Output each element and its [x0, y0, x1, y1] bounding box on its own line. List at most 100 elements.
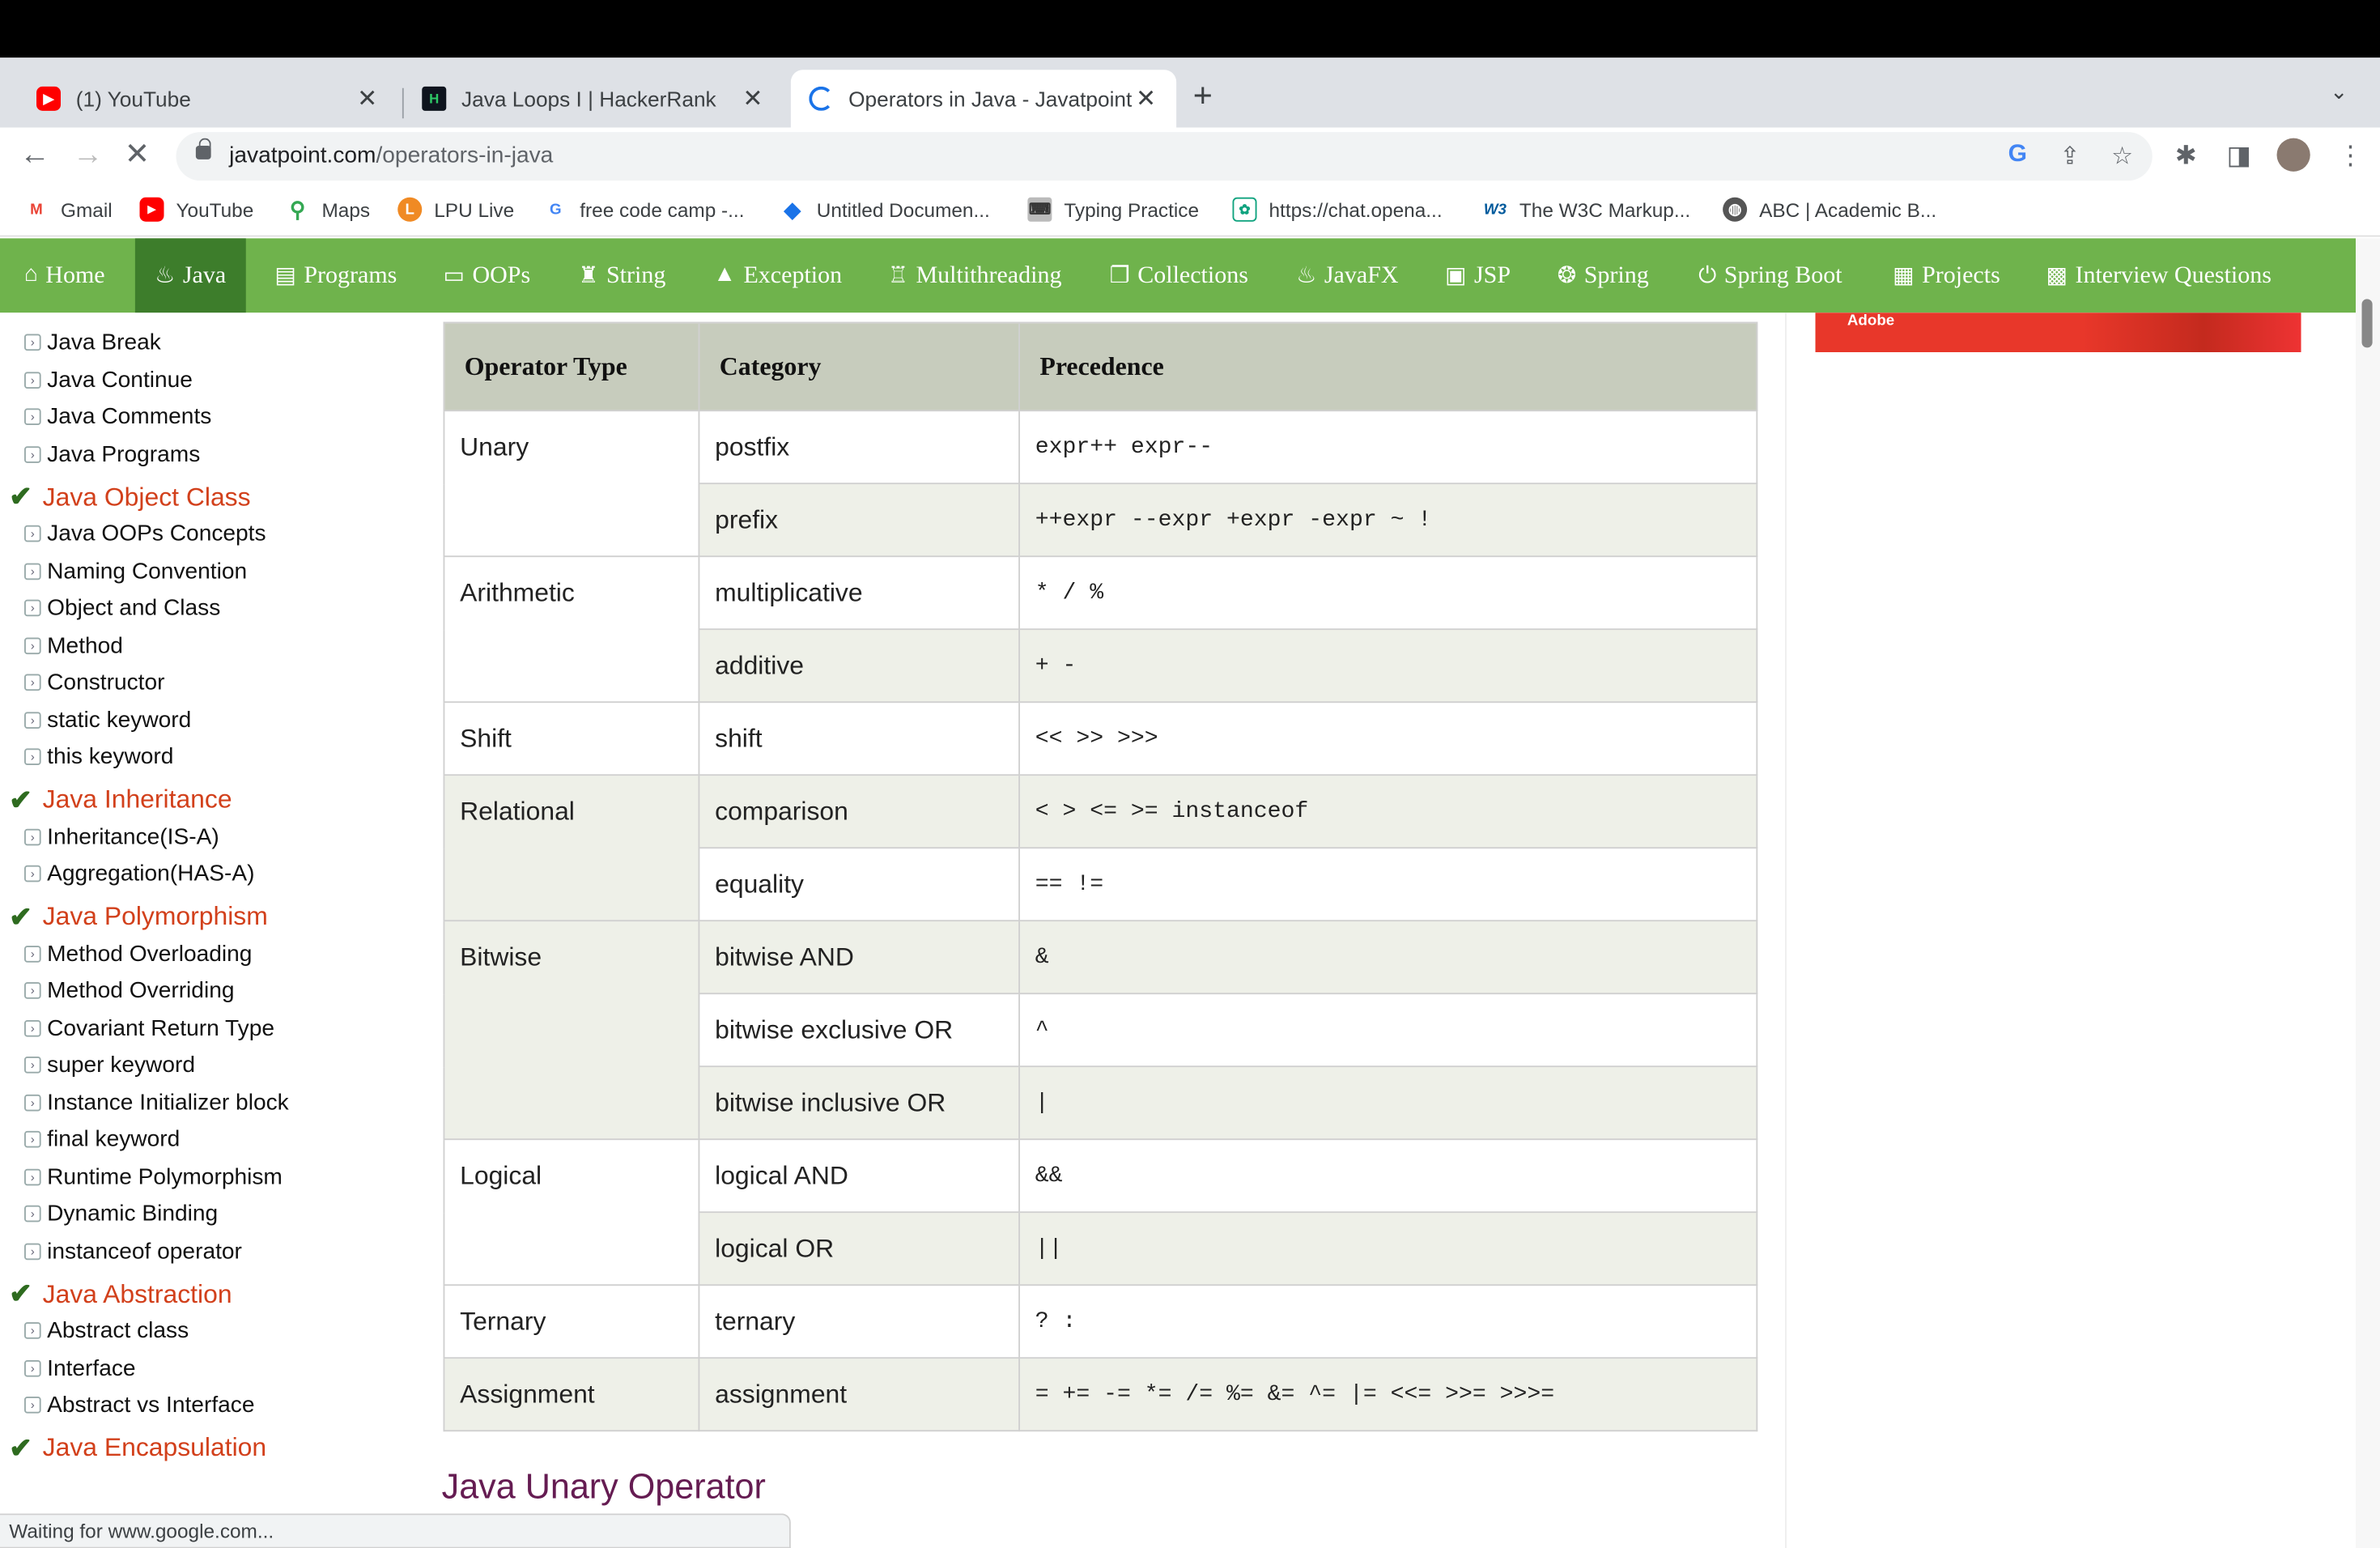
sidebar-link[interactable]: › Abstract vs Interface: [24, 1392, 255, 1418]
close-icon[interactable]: ✕: [1134, 83, 1158, 114]
url-text[interactable]: javatpoint.com/operators-in-java: [229, 142, 553, 168]
sidebar-link[interactable]: › Abstract class: [24, 1318, 189, 1343]
sidebar-link[interactable]: › Java Continue: [24, 367, 193, 393]
bookmark-free-code-camp[interactable]: Gfree code camp -...: [543, 198, 745, 222]
menu-jsp[interactable]: ▣ JSP: [1445, 238, 1511, 313]
bookmark-w3c-markup[interactable]: W3 The W3C Markup...: [1483, 198, 1690, 222]
tab-hackerrank[interactable]: H Java Loops I | HackerRank ✕: [404, 70, 784, 127]
menu-programs[interactable]: ▤ Programs: [274, 238, 397, 313]
bookmark-untitled-document[interactable]: ◆ Untitled Documen...: [780, 197, 990, 222]
kebab-menu-icon[interactable]: ⋮: [2338, 141, 2364, 172]
table-row: Unary postfix expr++ expr--: [443, 410, 1758, 558]
menu-spring-boot[interactable]: ⏻ Spring Boot: [1698, 238, 1842, 313]
extensions-icon[interactable]: ✱: [2175, 141, 2197, 172]
status-bar: Waiting for www.google.com...: [0, 1513, 791, 1548]
sidebar-link[interactable]: › Java Comments: [24, 404, 211, 430]
page-scrollbar[interactable]: [2356, 238, 2380, 1548]
sidebar-link[interactable]: › Method Overloading: [24, 940, 253, 967]
forward-icon[interactable]: →: [73, 140, 104, 171]
new-tab-icon[interactable]: +: [1193, 76, 1213, 116]
profile-avatar[interactable]: [2276, 138, 2310, 172]
tab-javatpoint[interactable]: Operators in Java - Javatpoint ✕: [790, 70, 1177, 128]
menu-oops[interactable]: ▭ OOPs: [444, 238, 531, 313]
sidebar-section-heading[interactable]: ✔ Java Object Class: [9, 481, 250, 512]
maps-icon: ⚲: [289, 196, 306, 221]
bookmark-youtube[interactable]: ▶ YouTube: [139, 197, 253, 222]
tab-title: Operators in Java - Javatpoint: [848, 86, 1133, 111]
bookmarks-bar: M Gmail ▶ YouTube ⚲ Maps L LPU Live Gfree co…: [0, 185, 2380, 237]
advertisement-banner[interactable]: Adobe: [1815, 313, 2301, 352]
close-icon[interactable]: ✕: [355, 83, 380, 114]
menu-label: OOPs: [472, 262, 531, 288]
sidebar-link-label: Runtime Polymorphism: [47, 1163, 283, 1190]
tab-youtube[interactable]: ▶ (1) YouTube ✕: [19, 70, 398, 127]
sidebar-section-heading[interactable]: ✔ Java Polymorphism: [9, 901, 268, 933]
bookmark-lpu-live[interactable]: L LPU Live: [397, 197, 514, 222]
sidebar-link[interactable]: › Naming Convention: [24, 558, 247, 584]
sidebar-link-label: this keyword: [47, 743, 174, 770]
scrollbar-thumb[interactable]: [2361, 299, 2373, 348]
arrow-bullet-icon: ›: [24, 1057, 41, 1074]
bookmark-abc-academic[interactable]: ◍ ABC | Academic B...: [1723, 197, 1936, 222]
sidebar-link[interactable]: › Method: [24, 632, 123, 658]
stop-loading-icon[interactable]: ✕: [125, 140, 150, 171]
menu-multithreading[interactable]: ♖ Multithreading: [888, 238, 1062, 313]
close-icon[interactable]: ✕: [741, 83, 765, 114]
typing-icon: ⌨: [1027, 197, 1052, 222]
sidebar-link[interactable]: › Dynamic Binding: [24, 1201, 218, 1227]
menu-collections[interactable]: ❐ Collections: [1110, 238, 1248, 313]
sidebar-section-heading[interactable]: ✔ Java Abstraction: [9, 1278, 232, 1310]
sidebar-link-label: Dynamic Binding: [47, 1201, 219, 1227]
menu-java[interactable]: ♨ Java: [134, 238, 246, 313]
sidebar-link[interactable]: › Java Programs: [24, 441, 200, 467]
sidebar-link[interactable]: › Java OOPs Concepts: [24, 521, 266, 546]
menu-javafx[interactable]: ♨ JavaFX: [1296, 238, 1398, 313]
precedence-cell: == !=: [1018, 847, 1758, 922]
sidebar-link[interactable]: › Java Break: [24, 330, 161, 355]
sidebar-link-label: Method Overloading: [47, 940, 253, 967]
tab-search-chevron-icon[interactable]: ⌄: [2330, 79, 2348, 105]
sidebar-link[interactable]: › Aggregation(HAS-A): [24, 861, 255, 887]
arrow-bullet-icon: ›: [24, 1359, 41, 1376]
table-row: Bitwise bitwise AND &: [443, 920, 1758, 1141]
bookmark-chat-openai[interactable]: ✿ https://chat.opena...: [1232, 197, 1443, 222]
menu-spring[interactable]: ❂ Spring: [1558, 238, 1649, 313]
sidebar-link[interactable]: › static keyword: [24, 707, 191, 733]
category-cell: logical AND: [698, 1138, 1020, 1214]
bookmark-typing-practice[interactable]: ⌨ Typing Practice: [1027, 197, 1199, 222]
sidebar-link[interactable]: › Inheritance(IS-A): [24, 823, 219, 849]
bookmark-star-icon[interactable]: ☆: [2111, 141, 2133, 172]
google-lens-icon[interactable]: G: [2008, 141, 2027, 168]
sidebar-link[interactable]: › super keyword: [24, 1052, 195, 1078]
lock-icon[interactable]: [195, 138, 211, 159]
sidebar-link[interactable]: › this keyword: [24, 744, 173, 770]
menu-home[interactable]: ⌂ Home: [0, 238, 126, 313]
sidebar-link[interactable]: › Runtime Polymorphism: [24, 1163, 283, 1189]
sidebar-link-label: Interface: [47, 1354, 136, 1381]
menu-projects[interactable]: ▦ Projects: [1893, 238, 2000, 313]
bookmark-gmail[interactable]: M Gmail: [24, 198, 112, 222]
side-panel-icon[interactable]: ◨: [2227, 141, 2251, 172]
tab-strip: ▶ (1) YouTube ✕ H Java Loops I | HackerR…: [0, 57, 2380, 128]
address-bar[interactable]: javatpoint.com/operators-in-java G ⇪ ☆: [176, 132, 2153, 181]
share-icon[interactable]: ⇪: [2059, 141, 2080, 172]
bookmark-maps[interactable]: ⚲ Maps: [286, 196, 370, 222]
column-header: Category: [698, 321, 1020, 412]
menu-interview-questions[interactable]: ▩ Interview Questions: [2046, 238, 2272, 313]
sidebar-link[interactable]: › Method Overriding: [24, 978, 235, 1003]
sidebar-link[interactable]: › instanceof operator: [24, 1238, 242, 1264]
sidebar-link[interactable]: › Object and Class: [24, 595, 220, 621]
sidebar-section-heading[interactable]: ✔ Java Encapsulation: [9, 1432, 266, 1464]
sidebar-link[interactable]: › Covariant Return Type: [24, 1014, 274, 1040]
menu-exception[interactable]: ▲ Exception: [713, 238, 842, 313]
precedence-cell: ++expr --expr +expr -expr ~ !: [1018, 483, 1758, 558]
menu-string[interactable]: ♜ String: [578, 238, 665, 313]
sidebar-link[interactable]: › Interface: [24, 1354, 136, 1380]
back-icon[interactable]: ←: [19, 140, 50, 171]
sidebar-section-heading[interactable]: ✔ Java Inheritance: [9, 784, 232, 815]
operator-type-cell: Ternary: [443, 1284, 700, 1359]
sidebar-link[interactable]: › Constructor: [24, 670, 164, 695]
sidebar-link[interactable]: › final keyword: [24, 1126, 180, 1152]
menu-label: Interview Questions: [2075, 262, 2272, 288]
sidebar-link[interactable]: › Instance Initializer block: [24, 1089, 289, 1115]
